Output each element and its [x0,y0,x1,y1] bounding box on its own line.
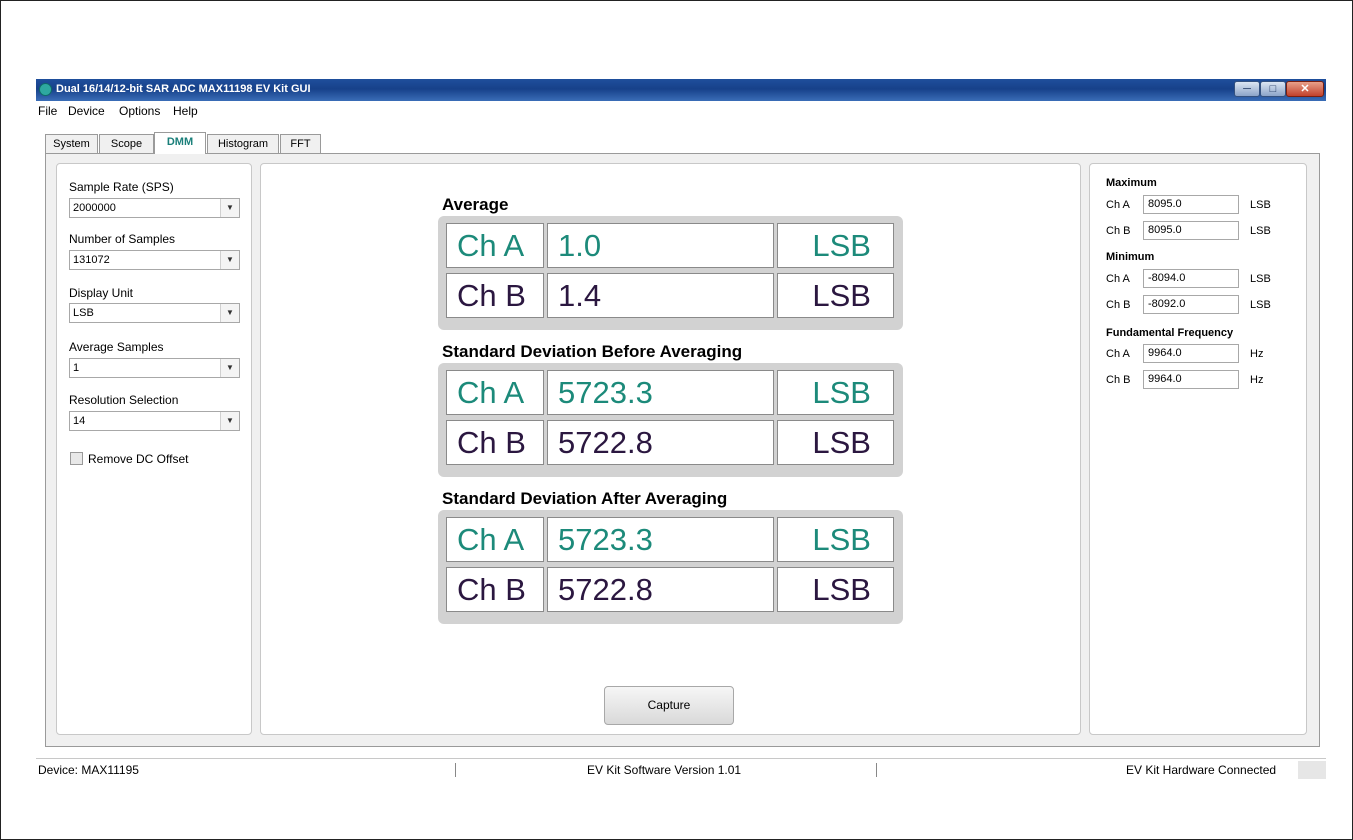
remove-dc-checkbox[interactable] [70,452,83,465]
fundamental-cha-unit: Hz [1250,348,1264,360]
avg-samples-select[interactable]: 1 ▼ [69,358,240,378]
sample-rate-select[interactable]: 2000000 ▼ [69,198,240,218]
status-hardware: EV Kit Hardware Connected [1126,763,1277,777]
fundamental-chb-unit: Hz [1250,374,1264,386]
status-separator [876,763,877,777]
status-device: Device: MAX11195 [38,763,139,777]
chevron-down-icon: ▼ [220,304,239,322]
resolution-label: Resolution Selection [69,393,179,407]
tab-histogram[interactable]: Histogram [207,134,279,154]
tab-system[interactable]: System [45,134,98,154]
std-before-cha-unit: LSB [777,370,894,415]
num-samples-label: Number of Samples [69,232,176,246]
tab-fft[interactable]: FFT [280,134,321,154]
minimize-button[interactable]: ─ [1234,81,1260,97]
display-unit-label: Display Unit [69,286,134,300]
std-after-chb-label: Ch B [446,567,544,612]
std-before-readout: Ch A 5723.3 LSB Ch B 5722.8 LSB [438,363,903,477]
stats-panel [1089,163,1307,735]
window-title: Dual 16/14/12-bit SAR ADC MAX11198 EV Ki… [56,83,311,95]
window-titlebar: Dual 16/14/12-bit SAR ADC MAX11198 EV Ki… [36,79,1326,101]
average-title: Average [442,195,509,214]
average-readout: Ch A 1.0 LSB Ch B 1.4 LSB [438,216,903,330]
menu-options[interactable]: Options [119,104,160,118]
minimum-chb-field[interactable]: -8092.0 [1143,295,1239,314]
avg-samples-value: 1 [73,362,80,374]
std-after-title: Standard Deviation After Averaging [442,489,728,508]
status-version: EV Kit Software Version 1.01 [587,763,742,777]
minimum-cha-field[interactable]: -8094.0 [1143,269,1239,288]
average-cha-unit: LSB [777,223,894,268]
std-after-cha-value: 5723.3 [547,517,774,562]
sample-rate-label: Sample Rate (SPS) [69,180,174,194]
maximum-cha-unit: LSB [1250,199,1271,211]
maximum-chb-unit: LSB [1250,225,1271,237]
std-after-cha-label: Ch A [446,517,544,562]
fundamental-cha-label: Ch A [1106,348,1130,360]
std-before-cha-value: 5723.3 [547,370,774,415]
status-separator [455,763,456,777]
std-before-cha-label: Ch A [446,370,544,415]
chevron-down-icon: ▼ [220,199,239,217]
maximum-chb-field[interactable]: 8095.0 [1143,221,1239,240]
std-after-readout: Ch A 5723.3 LSB Ch B 5722.8 LSB [438,510,903,624]
resolution-select[interactable]: 14 ▼ [69,411,240,431]
average-chb-label: Ch B [446,273,544,318]
num-samples-select[interactable]: 131072 ▼ [69,250,240,270]
menu-device[interactable]: Device [68,104,105,118]
average-cha-value: 1.0 [547,223,774,268]
std-before-chb-value: 5722.8 [547,420,774,465]
close-button[interactable]: ✕ [1286,81,1324,97]
capture-button[interactable]: Capture [604,686,734,725]
minimum-chb-unit: LSB [1250,299,1271,311]
minimum-cha-label: Ch A [1106,273,1130,285]
num-samples-value: 131072 [73,254,110,266]
fundamental-title: Fundamental Frequency [1106,327,1234,339]
fundamental-chb-label: Ch B [1106,374,1131,386]
status-resize-grip [1298,761,1326,779]
std-before-chb-label: Ch B [446,420,544,465]
std-after-chb-unit: LSB [777,567,894,612]
avg-samples-label: Average Samples [69,340,164,354]
fundamental-chb-field[interactable]: 9964.0 [1143,370,1239,389]
maximum-cha-label: Ch A [1106,199,1130,211]
menu-help[interactable]: Help [173,104,198,118]
display-unit-select[interactable]: LSB ▼ [69,303,240,323]
display-unit-value: LSB [73,307,94,319]
chevron-down-icon: ▼ [220,359,239,377]
std-before-title: Standard Deviation Before Averaging [442,342,743,361]
maximum-cha-field[interactable]: 8095.0 [1143,195,1239,214]
chevron-down-icon: ▼ [220,412,239,430]
std-after-cha-unit: LSB [777,517,894,562]
menu-file[interactable]: File [38,104,57,118]
sample-rate-value: 2000000 [73,202,116,214]
maximum-chb-label: Ch B [1106,225,1131,237]
average-chb-value: 1.4 [547,273,774,318]
average-cha-label: Ch A [446,223,544,268]
maximum-title: Maximum [1106,177,1157,189]
settings-panel [56,163,252,735]
std-after-chb-value: 5722.8 [547,567,774,612]
std-before-chb-unit: LSB [777,420,894,465]
average-chb-unit: LSB [777,273,894,318]
minimum-chb-label: Ch B [1106,299,1131,311]
chevron-down-icon: ▼ [220,251,239,269]
tab-scope[interactable]: Scope [99,134,154,154]
maximize-button[interactable]: □ [1260,81,1286,97]
minimum-title: Minimum [1106,251,1155,263]
minimum-cha-unit: LSB [1250,273,1271,285]
fundamental-cha-field[interactable]: 9964.0 [1143,344,1239,363]
resolution-value: 14 [73,415,86,427]
app-logo-icon [39,83,52,96]
remove-dc-label: Remove DC Offset [88,452,189,466]
tab-dmm[interactable]: DMM [154,132,206,154]
